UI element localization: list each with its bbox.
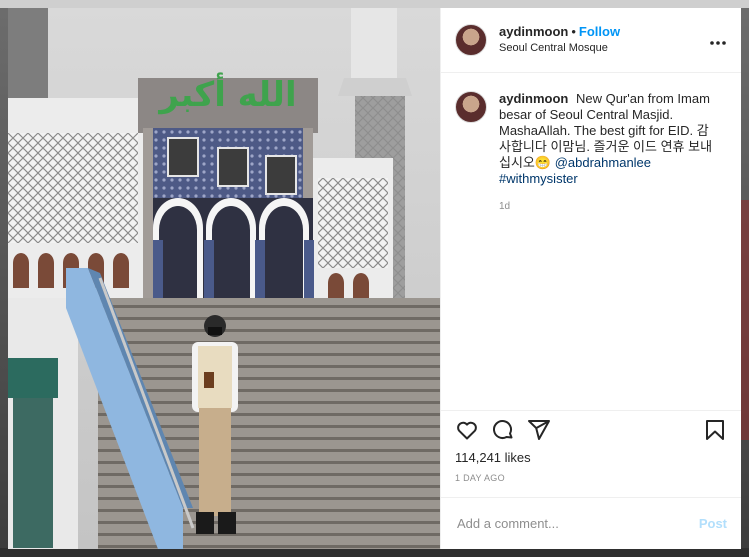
follow-button[interactable]: Follow xyxy=(579,24,620,39)
post-sidebar: aydinmoon • Follow Seoul Central Mosque ay… xyxy=(440,8,741,549)
avatar[interactable] xyxy=(455,91,487,123)
comment-bar: Post xyxy=(441,497,741,549)
action-bar xyxy=(441,410,741,448)
mention-link[interactable]: @abdrahmanlee xyxy=(555,155,651,170)
post-header: aydinmoon • Follow Seoul Central Mosque xyxy=(441,8,741,73)
username-link[interactable]: aydinmoon xyxy=(499,24,568,39)
backdrop-strip xyxy=(0,548,749,557)
caption-age: 1d xyxy=(499,201,511,212)
post-photo: الله أكبر xyxy=(8,8,440,549)
likes-count[interactable]: 114,241 likes xyxy=(441,450,741,465)
caption-username-link[interactable]: aydinmoon xyxy=(499,91,568,106)
location-link[interactable]: Seoul Central Mosque xyxy=(499,40,709,56)
share-icon[interactable] xyxy=(527,418,551,442)
heart-icon[interactable] xyxy=(455,418,479,442)
caption-row: aydinmoon New Qur'an from Imam besar of … xyxy=(455,91,727,187)
more-options-icon[interactable] xyxy=(709,30,727,51)
header-row: aydinmoon • Follow xyxy=(499,24,709,40)
backdrop-strip xyxy=(0,0,749,8)
caption-text: aydinmoon New Qur'an from Imam besar of … xyxy=(499,91,714,187)
post-modal: الله أكبر aydinmoon • Follow Seoul Centr… xyxy=(8,8,741,549)
separator-dot: • xyxy=(571,24,576,39)
bookmark-icon[interactable] xyxy=(703,418,727,442)
comment-input[interactable] xyxy=(455,515,699,532)
avatar[interactable] xyxy=(455,24,487,56)
comments-area: aydinmoon New Qur'an from Imam besar of … xyxy=(441,73,741,410)
mosque-photo-illustration: الله أكبر xyxy=(8,8,440,549)
post-header-text: aydinmoon • Follow Seoul Central Mosque xyxy=(499,24,709,56)
hashtag-link[interactable]: #withmysister xyxy=(499,171,578,186)
dome-calligraphy: الله أكبر xyxy=(157,72,296,115)
post-timestamp[interactable]: 1 DAY AGO xyxy=(441,473,741,483)
comment-icon[interactable] xyxy=(491,418,515,442)
post-comment-button[interactable]: Post xyxy=(699,516,727,531)
